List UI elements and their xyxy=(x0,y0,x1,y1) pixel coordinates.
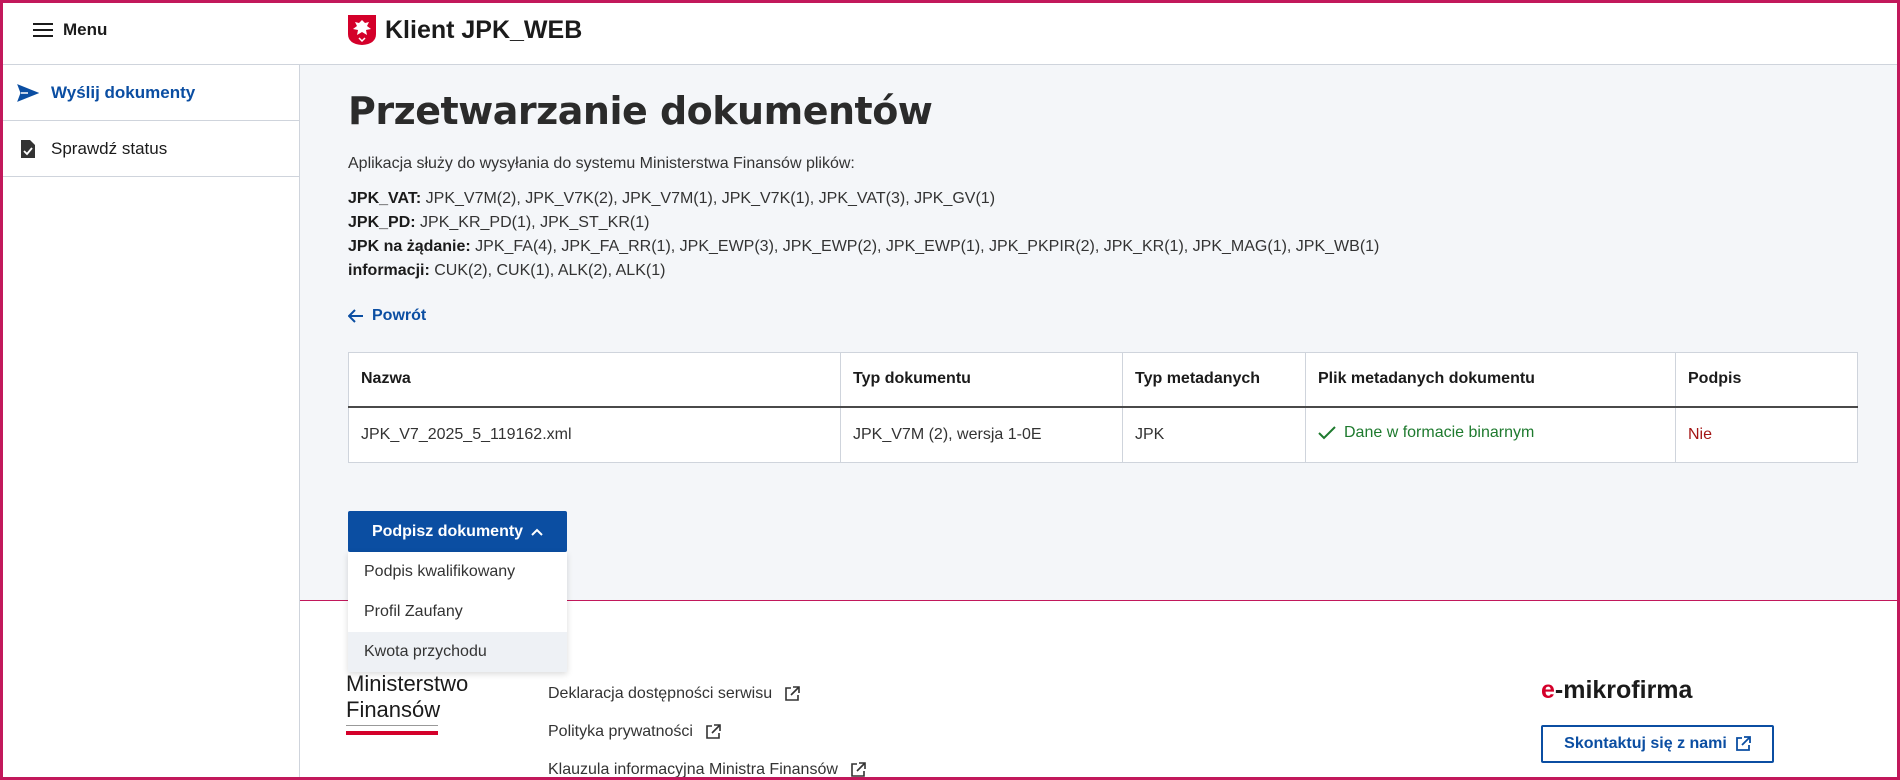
link-privacy-policy[interactable]: Polityka prywatności xyxy=(548,713,866,751)
link-accessibility[interactable]: Deklaracja dostępności serwisu xyxy=(548,675,866,713)
back-link[interactable]: Powrót xyxy=(348,307,426,325)
cell-doc-type: JPK_V7M (2), wersja 1-0E xyxy=(840,406,1123,463)
col-header-meta-type: Typ metadanych xyxy=(1122,352,1306,408)
external-link-icon xyxy=(706,724,721,739)
sidebar: Wyślij dokumenty Sprawdź status xyxy=(3,65,300,777)
footer-links: Deklaracja dostępności serwisu Polityka … xyxy=(548,675,866,778)
app-brand[interactable]: Klient JPK_WEB xyxy=(347,13,582,47)
menu-item-trusted-profile[interactable]: Profil Zaufany xyxy=(348,592,567,632)
logo-red-bar xyxy=(346,731,438,735)
sign-options-menu: Podpis kwalifikowany Profil Zaufany Kwot… xyxy=(348,552,567,672)
ministry-line2: Finansów xyxy=(346,697,441,722)
types-line-info: informacji: CUK(2), CUK(1), ALK(2), ALK(… xyxy=(348,259,1868,283)
sidebar-item-label: Sprawdź status xyxy=(51,138,168,158)
send-icon xyxy=(17,82,39,104)
types-line-on-demand: JPK na żądanie: JPK_FA(4), JPK_FA_RR(1),… xyxy=(348,235,1868,259)
check-icon xyxy=(1318,426,1336,440)
main-content: Przetwarzanie dokumentów Aplikacja służy… xyxy=(300,65,1897,672)
type-label: JPK na żądanie: xyxy=(348,238,471,255)
external-link-icon xyxy=(785,686,800,701)
cell-meta-file: Dane w formacie binarnym xyxy=(1305,406,1676,463)
type-value: JPK_V7M(2), JPK_V7K(2), JPK_V7M(1), JPK_… xyxy=(421,190,996,207)
table-header-row: Nazwa Typ dokumentu Typ metadanych Plik … xyxy=(348,352,1858,408)
type-value: JPK_KR_PD(1), JPK_ST_KR(1) xyxy=(415,214,650,231)
e-mikrofirma-logo: e-mikrofirma xyxy=(1541,676,1692,705)
cell-name: JPK_V7_2025_5_119162.xml xyxy=(348,406,841,463)
col-header-name: Nazwa xyxy=(348,352,841,408)
sidebar-item-label: Wyślij dokumenty xyxy=(51,82,196,102)
sidebar-item-check-status[interactable]: Sprawdź status xyxy=(3,121,299,177)
col-header-meta-file: Plik metadanych dokumentu xyxy=(1305,352,1676,408)
type-label: JPK_PD: xyxy=(348,214,416,231)
signature-status: Nie xyxy=(1688,425,1713,443)
menu-item-income-amount[interactable]: Kwota przychodu xyxy=(348,632,567,672)
contact-button[interactable]: Skontaktuj się z nami xyxy=(1541,725,1774,763)
link-information-clause[interactable]: Klauzula informacyjna Ministra Finansów xyxy=(548,751,866,778)
top-header: Menu Klient JPK_WEB xyxy=(3,3,1897,65)
documents-table: Nazwa Typ dokumentu Typ metadanych Plik … xyxy=(348,352,1858,463)
col-header-signature: Podpis xyxy=(1675,352,1858,408)
types-line-pd: JPK_PD: JPK_KR_PD(1), JPK_ST_KR(1) xyxy=(348,211,1868,235)
app-title: Klient JPK_WEB xyxy=(385,15,583,44)
external-link-icon xyxy=(1735,736,1751,751)
polish-eagle-emblem-icon xyxy=(348,15,376,45)
brand-rest: -mikrofirma xyxy=(1554,676,1693,704)
app-window: Menu Klient JPK_WEB Wyślij dokumenty Spr… xyxy=(0,0,1900,780)
menu-label: Menu xyxy=(63,20,108,39)
brand-e: e xyxy=(1541,676,1555,704)
table-row: JPK_V7_2025_5_119162.xml JPK_V7M (2), we… xyxy=(348,406,1858,463)
col-header-doc-type: Typ dokumentu xyxy=(840,352,1123,408)
link-label: Klauzula informacyjna Ministra Finansów xyxy=(548,761,838,778)
type-value: CUK(2), CUK(1), ALK(2), ALK(1) xyxy=(429,262,666,279)
cell-signature: Nie xyxy=(1676,407,1858,463)
types-line-vat: JPK_VAT: JPK_V7M(2), JPK_V7K(2), JPK_V7M… xyxy=(348,187,1868,211)
logo-divider xyxy=(346,725,438,726)
arrow-left-icon xyxy=(348,309,363,323)
document-check-icon xyxy=(17,138,39,160)
menu-item-qualified-signature[interactable]: Podpis kwalifikowany xyxy=(348,552,567,592)
ministry-line1: Ministerstwo xyxy=(346,671,469,696)
intro-text: Aplikacja służy do wysyłania do systemu … xyxy=(348,155,855,172)
sign-documents-button[interactable]: Podpisz dokumenty xyxy=(348,511,567,552)
meta-file-status: Dane w formacie binarnym xyxy=(1344,424,1535,442)
type-label: JPK_VAT: xyxy=(348,190,422,207)
contact-label: Skontaktuj się z nami xyxy=(1564,735,1727,752)
link-label: Polityka prywatności xyxy=(548,723,693,740)
page-title: Przetwarzanie dokumentów xyxy=(348,89,933,133)
link-label: Deklaracja dostępności serwisu xyxy=(548,685,773,702)
hamburger-icon xyxy=(33,23,53,37)
sign-button-label: Podpisz dokumenty xyxy=(371,522,524,540)
type-label: informacji: xyxy=(348,262,430,279)
external-link-icon xyxy=(851,762,866,777)
type-value: JPK_FA(4), JPK_FA_RR(1), JPK_EWP(3), JPK… xyxy=(470,238,1380,255)
menu-button[interactable]: Menu xyxy=(33,17,107,43)
sidebar-item-send-documents[interactable]: Wyślij dokumenty xyxy=(3,65,299,121)
chevron-up-icon xyxy=(531,528,543,536)
cell-meta-type: JPK xyxy=(1122,406,1306,463)
back-label: Powrót xyxy=(372,307,427,324)
ministry-logo[interactable]: Ministerstwo Finansów xyxy=(346,671,468,723)
